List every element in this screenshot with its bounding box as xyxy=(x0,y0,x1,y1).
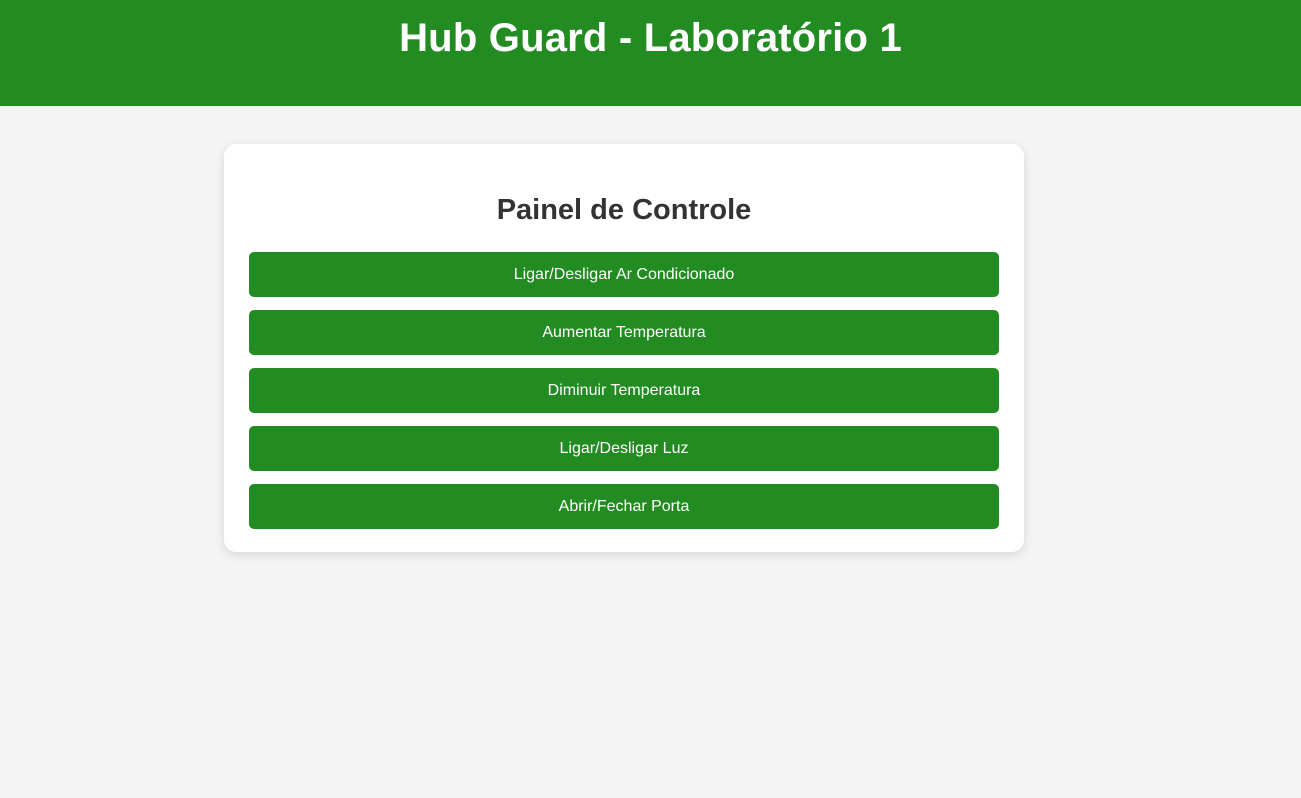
decrease-temperature-button[interactable]: Diminuir Temperatura xyxy=(249,368,999,413)
control-button-list: Ligar/Desligar Ar Condicionado Aumentar … xyxy=(249,252,999,529)
control-panel-card: Painel de Controle Ligar/Desligar Ar Con… xyxy=(224,144,1024,552)
open-close-door-button[interactable]: Abrir/Fechar Porta xyxy=(249,484,999,529)
panel-title: Painel de Controle xyxy=(496,194,752,226)
increase-temperature-button[interactable]: Aumentar Temperatura xyxy=(249,310,999,355)
toggle-air-conditioner-button[interactable]: Ligar/Desligar Ar Condicionado xyxy=(249,252,999,297)
page-header: Hub Guard - Laboratório 1 xyxy=(0,0,1301,106)
toggle-light-button[interactable]: Ligar/Desligar Luz xyxy=(249,426,999,471)
app-title: Hub Guard - Laboratório 1 xyxy=(399,16,902,60)
